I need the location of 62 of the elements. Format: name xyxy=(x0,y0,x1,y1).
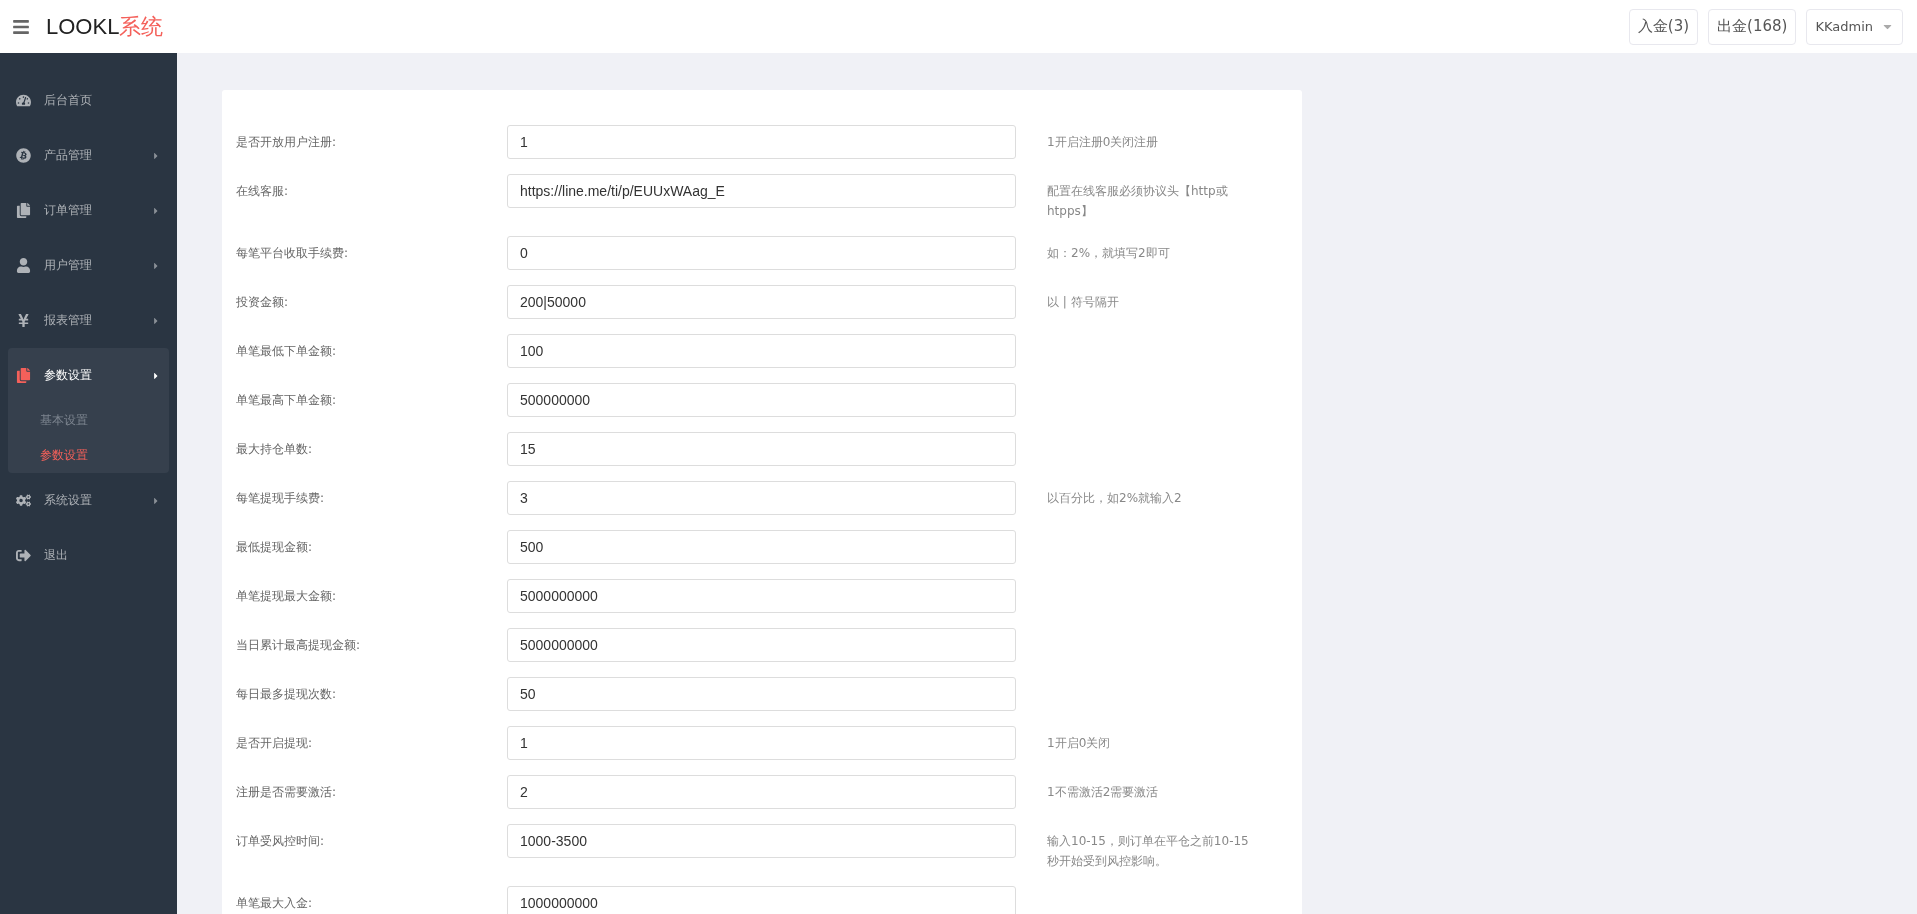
input-field[interactable]: 1000-3500 xyxy=(507,824,1016,858)
input-field[interactable]: https://line.me/ti/p/EUUxWAag_E xyxy=(507,174,1016,208)
input-field[interactable]: 100 xyxy=(507,334,1016,368)
field-label: 是否开启提现: xyxy=(236,735,313,752)
input-field[interactable]: 5000000000 xyxy=(507,579,1016,613)
input-field[interactable]: 1000000000 xyxy=(507,886,1016,914)
input-field[interactable]: 1 xyxy=(507,125,1016,159)
sidebar-item[interactable]: 报表管理 xyxy=(8,293,169,348)
documents-icon xyxy=(16,368,31,383)
sidebar-item[interactable]: 退出 xyxy=(8,528,169,583)
documents-icon xyxy=(16,203,31,218)
input-field[interactable]: 2 xyxy=(507,775,1016,809)
logout-icon xyxy=(16,548,31,563)
sidebar-item[interactable]: 订单管理 xyxy=(8,183,169,238)
input-field[interactable]: 500 xyxy=(507,530,1016,564)
gears-icon xyxy=(16,493,31,508)
header-button[interactable]: 出金(168) xyxy=(1708,8,1797,45)
sidebar-item[interactable]: 产品管理 xyxy=(8,128,169,183)
input-field[interactable]: 500000000 xyxy=(507,383,1016,417)
input-field[interactable]: 5000000000 xyxy=(507,628,1016,662)
input-field[interactable]: 3 xyxy=(507,481,1016,515)
field-label: 最低提现金额: xyxy=(236,539,313,556)
brand-logo: LOOKL xyxy=(46,13,120,40)
sidebar-item[interactable]: 后台首页 xyxy=(8,73,169,128)
menu-icon[interactable] xyxy=(12,17,30,36)
field-label: 单笔提现最大金额: xyxy=(236,588,337,605)
field-label: 投资金额: xyxy=(236,294,289,311)
field-hint: 1不需激活2需要激活 xyxy=(1047,784,1160,801)
field-label: 是否开放用户注册: xyxy=(236,134,337,151)
input-field[interactable]: 50 xyxy=(507,677,1016,711)
yen-icon xyxy=(16,313,31,328)
sidebar-item[interactable]: 参数设置 xyxy=(8,348,169,403)
field-hint: 配置在线客服必须协议头【http或htpps】 xyxy=(1047,183,1229,220)
field-hint: 如：2%，就填写2即可 xyxy=(1047,245,1171,262)
field-label: 在线客服: xyxy=(236,183,289,200)
field-hint: 以 | 符号隔开 xyxy=(1047,294,1120,311)
input-field[interactable]: 0 xyxy=(507,236,1016,270)
bitcoin-icon xyxy=(16,148,31,163)
header-button[interactable]: 入金(3) xyxy=(1628,8,1699,45)
brand-suffix: 系统 xyxy=(119,12,164,41)
field-label: 每日最多提现次数: xyxy=(236,686,337,703)
field-hint: 输入10-15，则订单在平仓之前10-15秒开始受到风控影响。 xyxy=(1047,833,1250,870)
user-menu[interactable]: KKadmin xyxy=(1806,8,1903,45)
field-hint: 1开启注册0关闭注册 xyxy=(1047,134,1160,151)
field-label: 单笔最高下单金额: xyxy=(236,392,337,409)
input-field[interactable]: 200|50000 xyxy=(507,285,1016,319)
field-hint: 以百分比，如2%就输入2 xyxy=(1047,490,1183,507)
sidebar-item[interactable]: 用户管理 xyxy=(8,238,169,293)
input-field[interactable]: 1 xyxy=(507,726,1016,760)
field-label: 注册是否需要激活: xyxy=(236,784,337,801)
gauge-icon xyxy=(16,93,31,108)
field-label: 每笔提现手续费: xyxy=(236,490,325,507)
field-hint: 1开启0关闭 xyxy=(1047,735,1112,752)
sidebar-item[interactable]: 系统设置 xyxy=(8,473,169,528)
field-label: 当日累计最高提现金额: xyxy=(236,637,361,654)
field-label: 单笔最大入金: xyxy=(236,895,313,912)
user-icon xyxy=(16,258,31,273)
field-label: 最大持仓单数: xyxy=(236,441,313,458)
field-label: 每笔平台收取手续费: xyxy=(236,245,349,262)
field-label: 订单受风控时间: xyxy=(236,833,325,850)
field-label: 单笔最低下单金额: xyxy=(236,343,337,360)
input-field[interactable]: 15 xyxy=(507,432,1016,466)
